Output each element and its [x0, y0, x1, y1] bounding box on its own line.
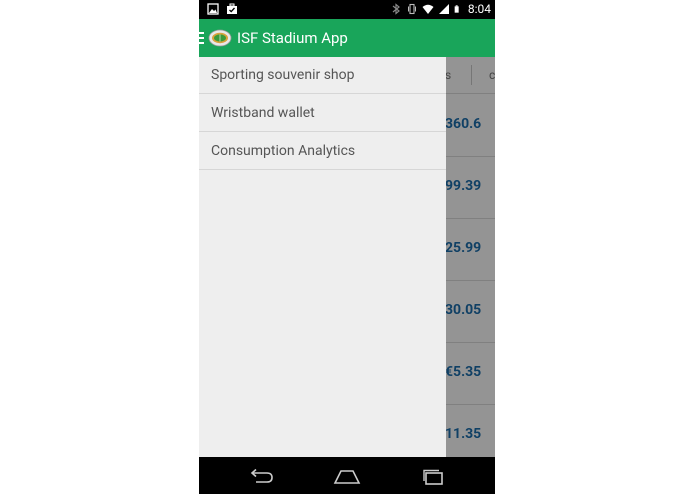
battery-icon — [454, 5, 459, 13]
system-navigation-bar — [199, 457, 495, 494]
app-bar: ISF Stadium App — [199, 19, 495, 57]
drawer-item-souvenir-shop[interactable]: Sporting souvenir shop — [199, 57, 446, 94]
stadium-logo-icon[interactable] — [208, 27, 232, 49]
signal-icon — [438, 4, 449, 14]
briefcase-icon — [227, 3, 237, 14]
vibrate-icon — [407, 3, 416, 15]
home-icon[interactable] — [333, 466, 361, 486]
wifi-icon — [422, 4, 434, 14]
hamburger-menu-icon[interactable] — [199, 32, 204, 44]
clock-time: 8:04 — [467, 2, 491, 16]
drawer-item-wristband-wallet[interactable]: Wristband wallet — [199, 95, 446, 132]
back-icon[interactable] — [247, 466, 275, 486]
recents-icon[interactable] — [419, 466, 447, 486]
drawer-item-consumption-analytics[interactable]: Consumption Analytics — [199, 133, 446, 170]
bluetooth-icon — [392, 3, 400, 15]
app-title: ISF Stadium App — [237, 29, 348, 47]
phone-screen: 8:04 s c 360.6 99.39 25.99 30.05 €5.35 1… — [199, 0, 495, 494]
navigation-drawer: Sporting souvenir shop Wristband wallet … — [199, 57, 446, 457]
status-bar: 8:04 — [199, 0, 495, 19]
image-icon — [207, 3, 219, 15]
